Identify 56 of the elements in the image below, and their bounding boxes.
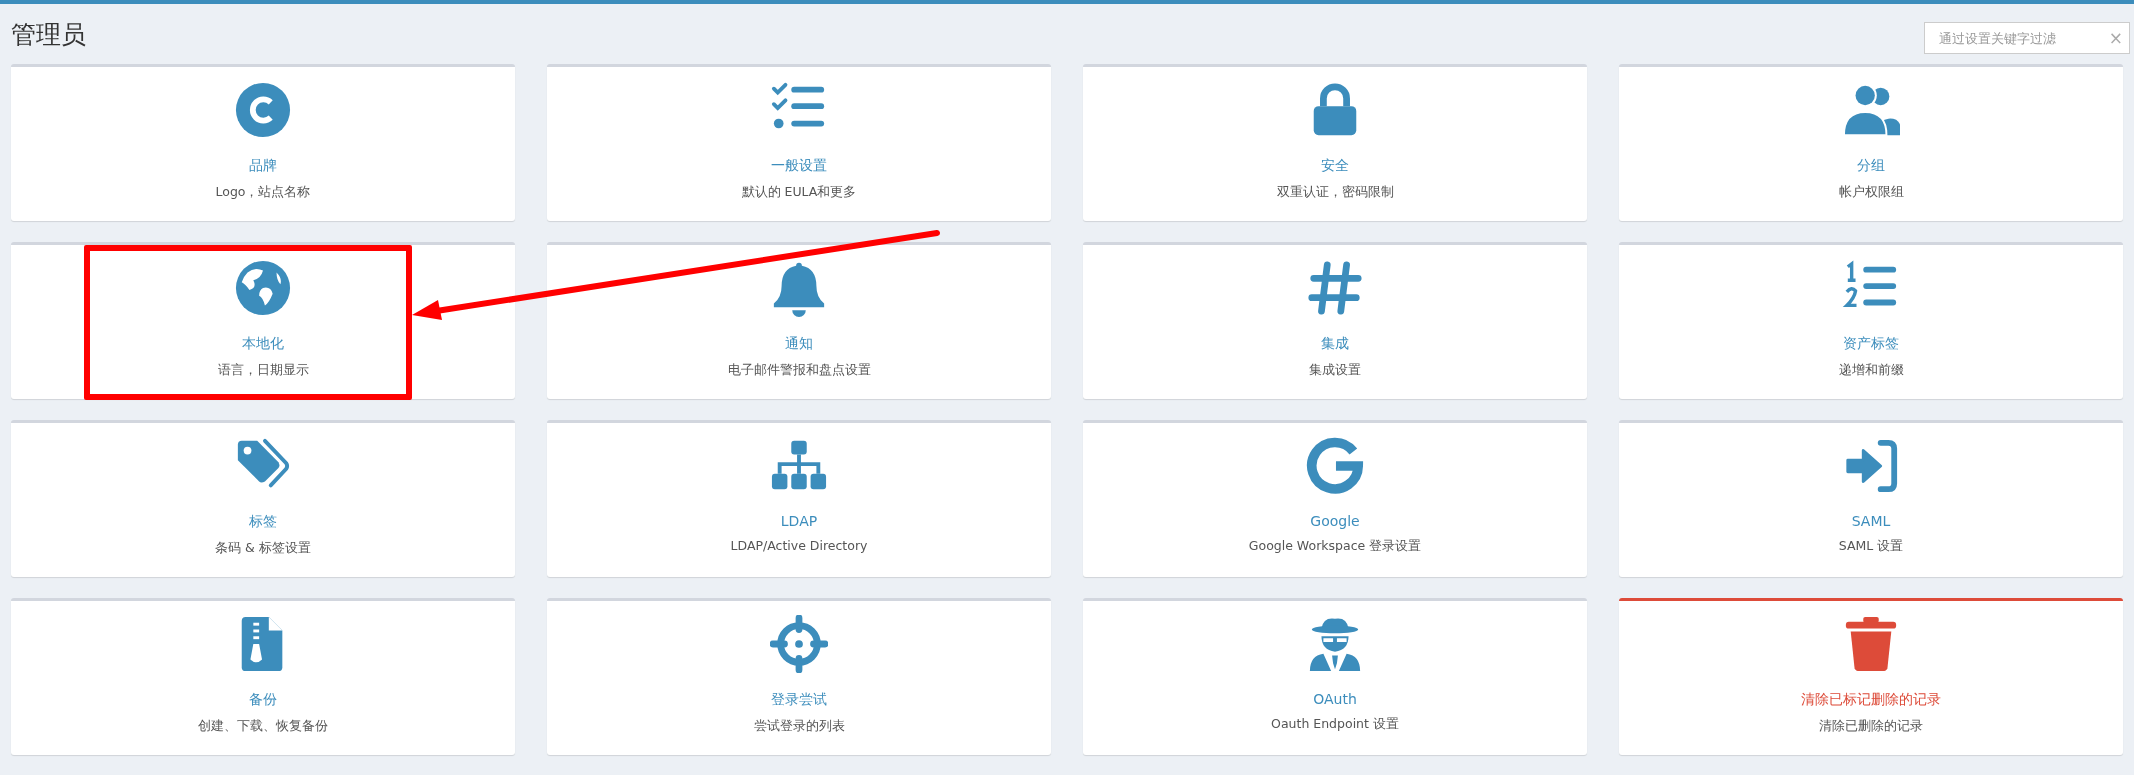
crosshair-icon (770, 615, 828, 673)
card-title-link[interactable]: 安全 (1321, 157, 1349, 175)
card-title-link[interactable]: 一般设置 (771, 157, 827, 175)
settings-card[interactable]: 资产标签 递增和前缀 (1619, 242, 2123, 399)
filter-search-field[interactable]: 通过设置关键字过滤 × (1924, 22, 2130, 54)
globe-icon (234, 259, 292, 317)
settings-card[interactable]: 品牌 Logo，站点名称 (11, 64, 515, 221)
card-title-link[interactable]: Google (1310, 513, 1360, 529)
copyright-icon (234, 81, 292, 139)
card-description: 清除已删除的记录 (1819, 718, 1923, 735)
card-title-link[interactable]: 标签 (249, 513, 277, 531)
card-title-link[interactable]: 资产标签 (1843, 335, 1899, 353)
card-description: 电子邮件警报和盘点设置 (727, 362, 871, 379)
settings-card[interactable]: 通知 电子邮件警报和盘点设置 (547, 242, 1051, 399)
page-title: 管理员 (11, 19, 86, 51)
settings-card[interactable]: OAuth Oauth Endpoint 设置 (1083, 598, 1587, 755)
letter-g-icon (1306, 437, 1364, 495)
card-description: 尝试登录的列表 (753, 718, 845, 735)
clear-button[interactable]: × (2108, 28, 2123, 48)
settings-card[interactable]: 分组 帐户权限组 (1619, 64, 2123, 221)
card-title-link[interactable]: 品牌 (249, 157, 277, 175)
settings-card[interactable]: 集成 集成设置 (1083, 242, 1587, 399)
card-description: SAML 设置 (1838, 538, 1904, 555)
settings-card[interactable]: 本地化 语言，日期显示 (11, 242, 515, 399)
card-title-link[interactable]: 清除已标记删除的记录 (1801, 691, 1941, 709)
settings-card[interactable]: 清除已标记删除的记录 清除已删除的记录 (1619, 598, 2123, 755)
card-title-link[interactable]: OAuth (1313, 691, 1357, 707)
settings-card[interactable]: SAML SAML 设置 (1619, 420, 2123, 577)
card-description: 默认的 EULA和更多 (741, 184, 857, 201)
card-title-link[interactable]: 通知 (785, 335, 813, 353)
card-title-link[interactable]: 本地化 (242, 335, 284, 353)
card-description: LDAP/Active Directory (730, 538, 868, 553)
card-description: 集成设置 (1309, 362, 1361, 379)
settings-card[interactable]: 安全 双重认证，密码限制 (1083, 64, 1587, 221)
card-description: 语言，日期显示 (217, 362, 309, 379)
card-title-link[interactable]: 分组 (1857, 157, 1885, 175)
settings-card[interactable]: LDAP LDAP/Active Directory (547, 420, 1051, 577)
card-description: 创建、下载、恢复备份 (198, 718, 328, 735)
settings-card[interactable]: 登录尝试 尝试登录的列表 (547, 598, 1051, 755)
hash-icon (1306, 259, 1364, 317)
settings-card[interactable]: 备份 创建、下载、恢复备份 (11, 598, 515, 755)
settings-card[interactable]: Google Google Workspace 登录设置 (1083, 420, 1587, 577)
card-title-link[interactable]: 备份 (249, 691, 277, 709)
settings-card[interactable]: 标签 条码 & 标签设置 (11, 420, 515, 577)
card-description: Logo，站点名称 (215, 184, 311, 201)
card-description: Google Workspace 登录设置 (1248, 538, 1422, 555)
card-description: 递增和前缀 (1838, 362, 1904, 379)
card-description: 帐户权限组 (1838, 184, 1904, 201)
card-description: 条码 & 标签设置 (215, 540, 311, 557)
card-description: 双重认证，密码限制 (1276, 184, 1394, 201)
card-title-link[interactable]: 集成 (1321, 335, 1349, 353)
card-title-link[interactable]: 登录尝试 (771, 691, 827, 709)
card-title-link[interactable]: LDAP (780, 513, 818, 529)
card-description: Oauth Endpoint 设置 (1271, 716, 1399, 733)
card-title-link[interactable]: SAML (1851, 513, 1891, 529)
settings-card[interactable]: 一般设置 默认的 EULA和更多 (547, 64, 1051, 221)
